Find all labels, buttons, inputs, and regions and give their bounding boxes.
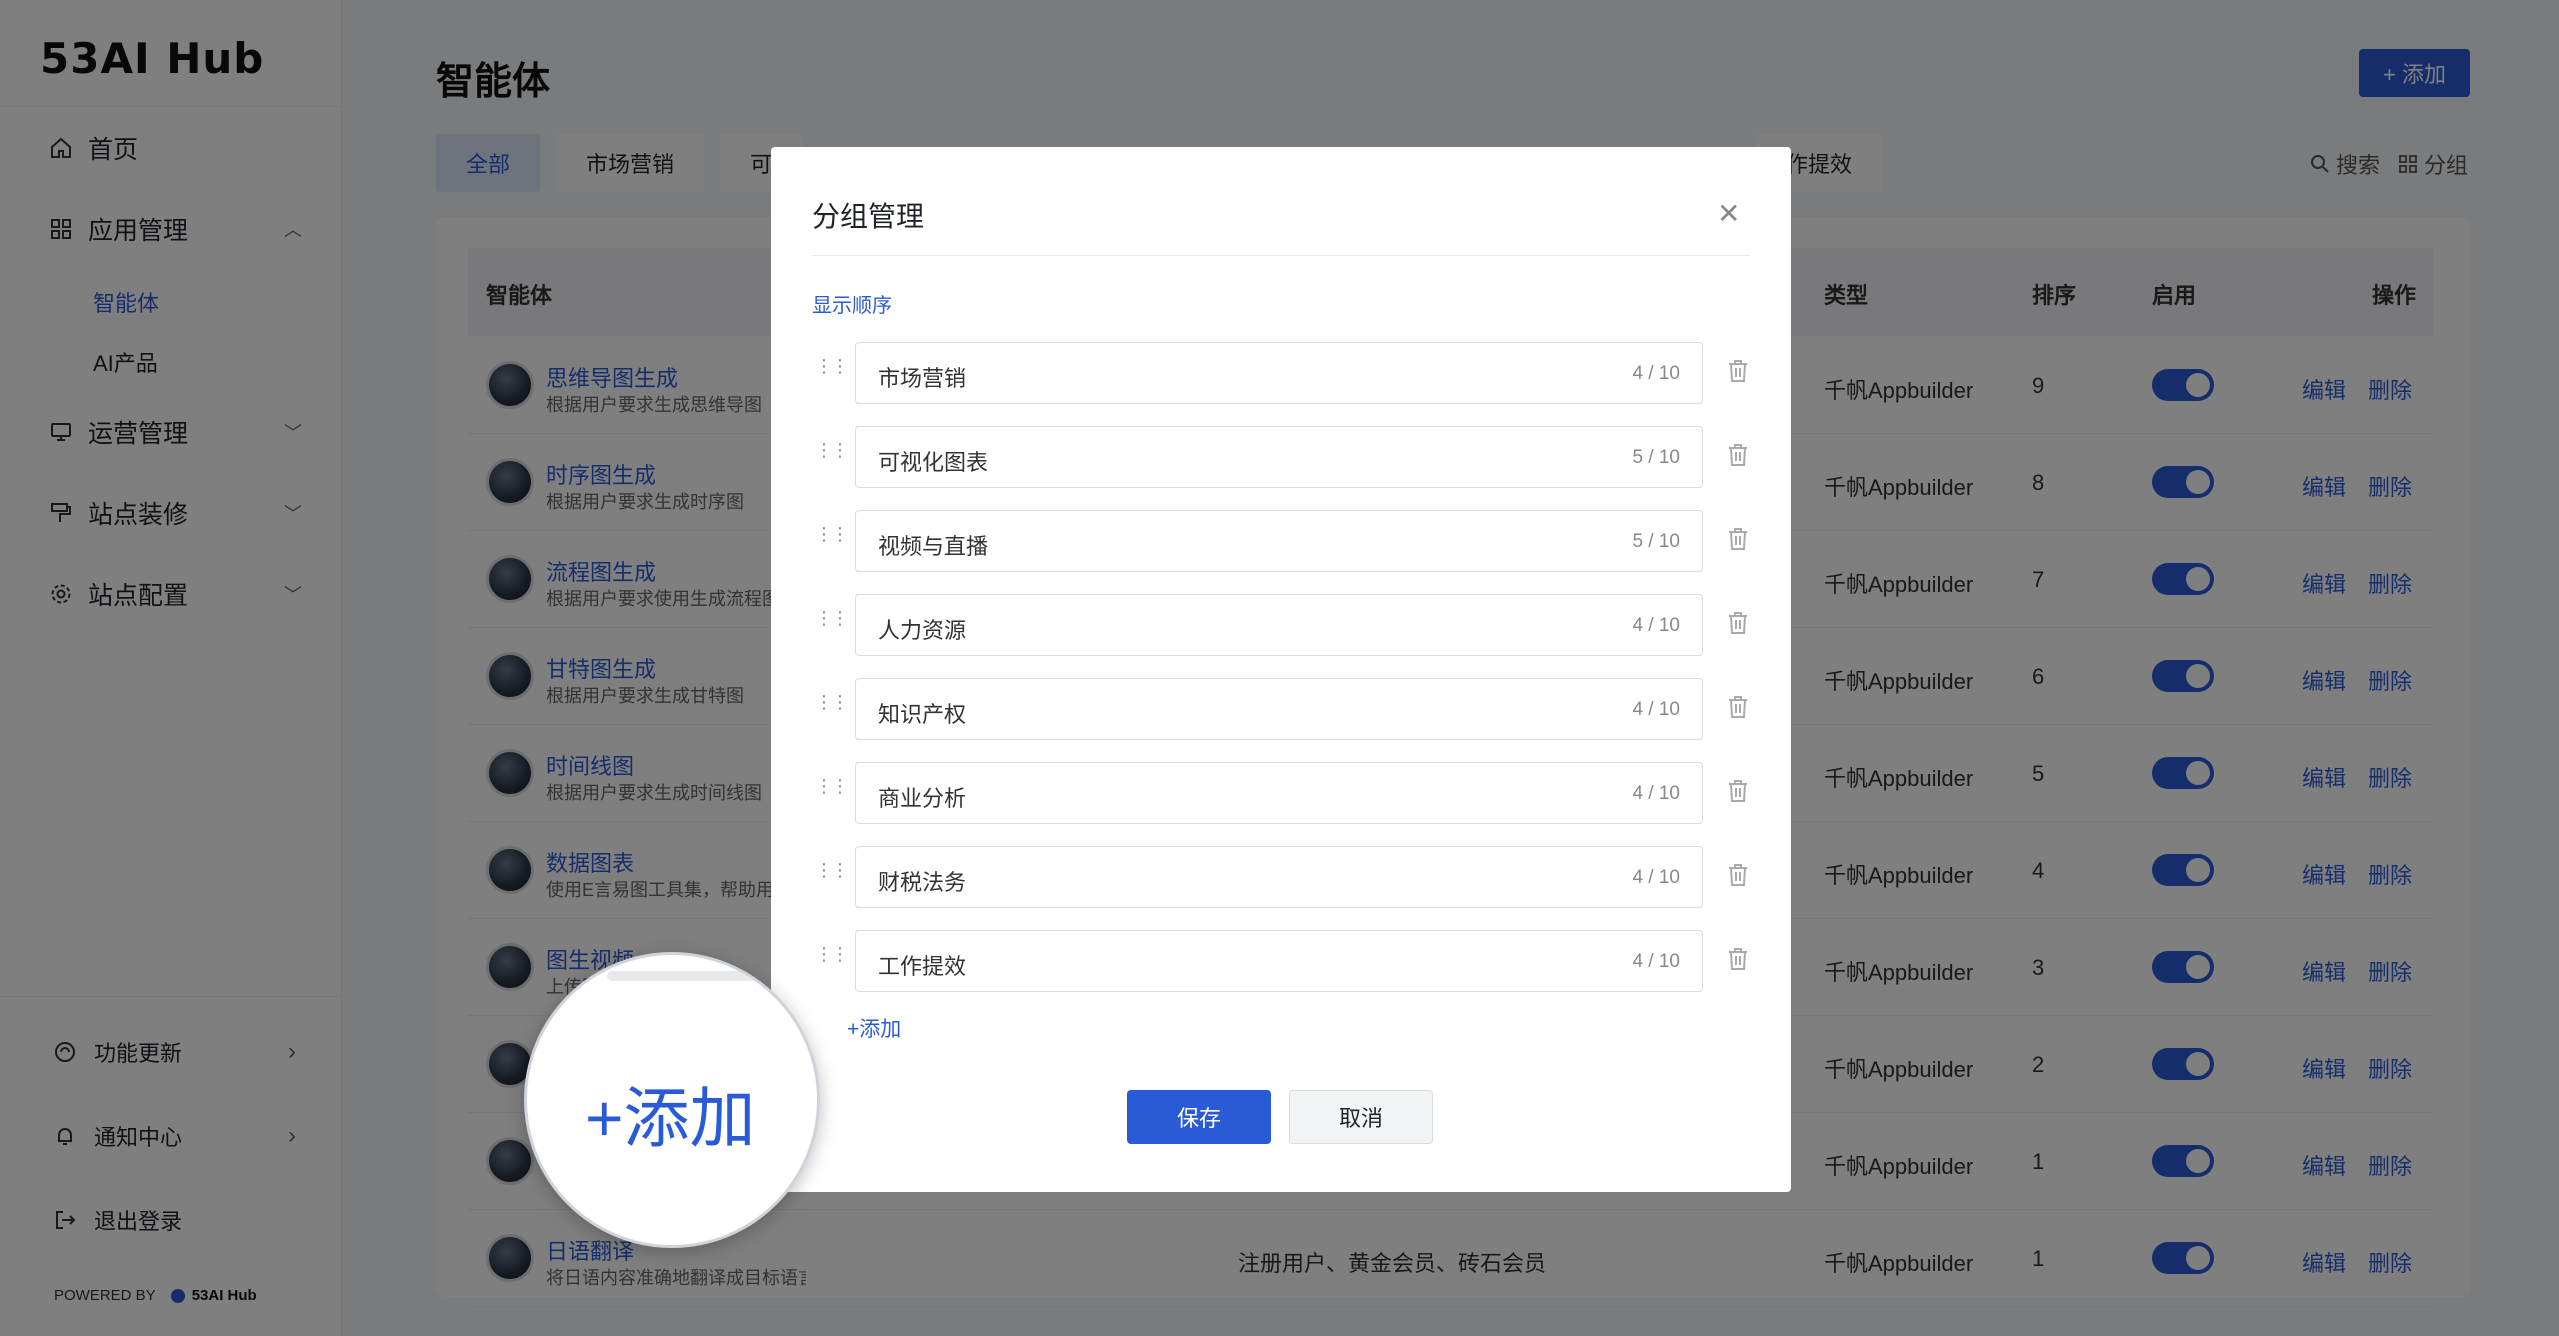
group-name-value: 可视化图表 <box>878 450 989 475</box>
drag-handle-icon[interactable]: ⋮⋮ <box>815 441 849 459</box>
trash-icon[interactable] <box>1727 694 1751 722</box>
trash-icon[interactable] <box>1727 778 1751 806</box>
group-row: ⋮⋮ 视频与直播 5 / 10 <box>771 510 1791 572</box>
char-count: 4 / 10 <box>1632 783 1680 804</box>
char-count: 5 / 10 <box>1632 531 1680 552</box>
trash-icon[interactable] <box>1727 358 1751 386</box>
magnified-add-link: +添加 <box>585 1081 756 1155</box>
display-order-label: 显示顺序 <box>812 295 892 317</box>
trash-icon[interactable] <box>1727 526 1751 554</box>
trash-icon[interactable] <box>1727 862 1751 890</box>
group-row: ⋮⋮ 知识产权 4 / 10 <box>771 678 1791 740</box>
drag-handle-icon[interactable]: ⋮⋮ <box>815 357 849 375</box>
group-name-input[interactable]: 知识产权 4 / 10 <box>855 678 1703 740</box>
dialog-divider <box>812 255 1750 256</box>
char-count: 4 / 10 <box>1632 867 1680 888</box>
group-name-input[interactable]: 商业分析 4 / 10 <box>855 762 1703 824</box>
drag-handle-icon[interactable]: ⋮⋮ <box>815 609 849 627</box>
group-row: ⋮⋮ 商业分析 4 / 10 <box>771 762 1791 824</box>
group-name-value: 商业分析 <box>878 786 967 811</box>
drag-handle-icon[interactable]: ⋮⋮ <box>815 861 849 879</box>
save-button[interactable]: 保存 <box>1127 1090 1271 1144</box>
group-name-value: 知识产权 <box>878 702 967 727</box>
group-row: ⋮⋮ 工作提效 4 / 10 <box>771 930 1791 992</box>
char-count: 4 / 10 <box>1632 615 1680 636</box>
group-name-input[interactable]: 财税法务 4 / 10 <box>855 846 1703 908</box>
group-name-input[interactable]: 市场营销 4 / 10 <box>855 342 1703 404</box>
cancel-button[interactable]: 取消 <box>1289 1090 1433 1144</box>
group-row: ⋮⋮ 可视化图表 5 / 10 <box>771 426 1791 488</box>
trash-icon[interactable] <box>1727 442 1751 470</box>
drag-handle-icon[interactable]: ⋮⋮ <box>815 777 849 795</box>
group-row: ⋮⋮ 人力资源 4 / 10 <box>771 594 1791 656</box>
group-name-value: 人力资源 <box>878 618 967 643</box>
char-count: 4 / 10 <box>1632 951 1680 972</box>
group-row: ⋮⋮ 市场营销 4 / 10 <box>771 342 1791 404</box>
group-name-input[interactable]: 可视化图表 5 / 10 <box>855 426 1703 488</box>
group-name-value: 市场营销 <box>878 366 967 391</box>
group-name-value: 财税法务 <box>878 870 967 895</box>
group-name-value: 视频与直播 <box>878 534 989 559</box>
char-count: 5 / 10 <box>1632 447 1680 468</box>
dialog-title: 分组管理 <box>812 201 925 232</box>
trash-icon[interactable] <box>1727 610 1751 638</box>
group-name-input[interactable]: 人力资源 4 / 10 <box>855 594 1703 656</box>
trash-icon[interactable] <box>1727 946 1751 974</box>
group-management-dialog: 分组管理 ✕ 显示顺序 ⋮⋮ 市场营销 4 / 10 ⋮⋮ 可视化图表 5 / 10 ⋮⋮ 视… <box>771 147 1791 1192</box>
drag-handle-icon[interactable]: ⋮⋮ <box>815 945 849 963</box>
char-count: 4 / 10 <box>1632 363 1680 384</box>
close-icon[interactable]: ✕ <box>1717 197 1740 230</box>
drag-handle-icon[interactable]: ⋮⋮ <box>815 525 849 543</box>
group-name-input[interactable]: 工作提效 4 / 10 <box>855 930 1703 992</box>
drag-handle-icon[interactable]: ⋮⋮ <box>815 693 849 711</box>
magnifier-callout: +添加 <box>524 952 820 1248</box>
group-name-input[interactable]: 视频与直播 5 / 10 <box>855 510 1703 572</box>
magnifier-input-edge <box>607 971 797 981</box>
add-group-link[interactable]: +添加 <box>847 1013 901 1043</box>
group-name-value: 工作提效 <box>878 954 967 979</box>
char-count: 4 / 10 <box>1632 699 1680 720</box>
group-row: ⋮⋮ 财税法务 4 / 10 <box>771 846 1791 908</box>
